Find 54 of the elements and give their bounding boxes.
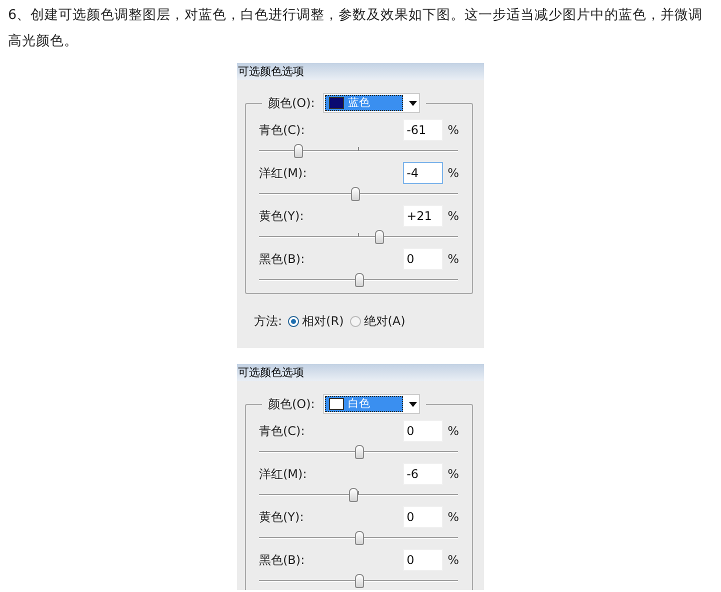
field-label: 黑色(B):	[259, 251, 305, 268]
slider-track[interactable]	[259, 144, 458, 158]
value-input[interactable]: 0	[402, 248, 443, 270]
unit-label: %	[448, 122, 459, 139]
slider-thumb[interactable]	[354, 273, 364, 287]
slider-thumb[interactable]	[354, 531, 364, 545]
unit-label: %	[448, 423, 459, 440]
value-input[interactable]: 0	[402, 420, 443, 442]
unit-label: %	[448, 208, 459, 225]
value-input[interactable]: 0	[402, 506, 443, 528]
slider-thumb[interactable]	[354, 574, 364, 588]
slider-track[interactable]	[259, 574, 458, 588]
value-input[interactable]: -61	[402, 119, 443, 141]
unit-label: %	[448, 509, 459, 526]
radio-button[interactable]	[288, 316, 300, 326]
unit-label: %	[448, 251, 459, 268]
field-label: 方法:	[254, 313, 282, 330]
slider-track[interactable]	[259, 488, 458, 502]
caret-icon	[408, 100, 417, 106]
field-label: 洋红(M):	[259, 165, 307, 182]
field-label: 黄色(Y):	[259, 208, 304, 225]
slider-thumb[interactable]	[354, 445, 364, 459]
value-input[interactable]: 0	[402, 549, 443, 571]
slider-thumb[interactable]	[348, 488, 358, 502]
slider-track[interactable]	[259, 531, 458, 545]
radio-option[interactable]: 相对(R)	[288, 312, 344, 330]
value-input[interactable]: -4	[402, 162, 443, 184]
slider-thumb[interactable]	[375, 230, 384, 244]
panel-title: 可选颜色选项	[238, 64, 304, 78]
panel-title: 可选颜色选项	[238, 366, 304, 380]
unit-label: %	[448, 466, 459, 483]
value-input[interactable]: +21	[402, 205, 443, 227]
value-input[interactable]: -6	[402, 463, 443, 485]
slider-track[interactable]	[259, 230, 458, 244]
field-label: 洋红(M):	[259, 466, 307, 483]
radio-option[interactable]: 绝对(A)	[350, 312, 406, 330]
slider-track[interactable]	[259, 187, 458, 201]
field-label: 颜色(O):	[268, 396, 315, 413]
field-label: 黄色(Y):	[259, 509, 304, 526]
caret-icon	[408, 402, 417, 406]
field-label: 黑色(B):	[259, 552, 305, 569]
slider-track[interactable]	[259, 445, 458, 459]
dropdown-value: 白色	[348, 398, 370, 410]
unit-label: %	[448, 552, 459, 569]
field-label: 青色(C):	[259, 122, 305, 139]
instruction-paragraph: 6、创建可选颜色调整图层，对蓝色，白色进行调整，参数及效果如下图。这一步适当减少图片中的蓝色，并微调高光颜色。	[7, 6, 704, 51]
slider-track[interactable]	[259, 273, 458, 287]
slider-thumb[interactable]	[350, 187, 360, 201]
field-label: 青色(C):	[259, 423, 305, 440]
unit-label: %	[448, 165, 459, 182]
slider-thumb[interactable]	[294, 144, 303, 158]
field-label: 颜色(O):	[268, 95, 315, 112]
radio-button[interactable]	[350, 316, 361, 326]
dropdown-value: 蓝色	[348, 97, 370, 109]
